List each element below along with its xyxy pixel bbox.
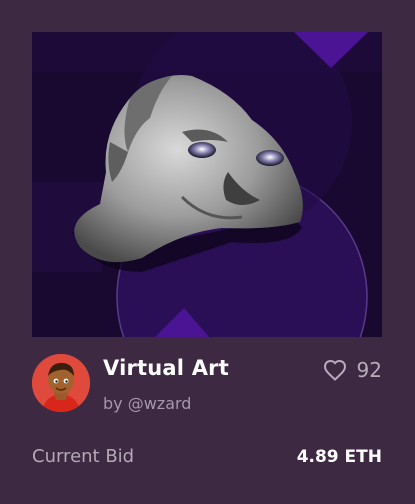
nft-title[interactable]: Virtual Art [103, 356, 229, 380]
heart-icon [323, 359, 346, 381]
creator-byline[interactable]: by @wzard [103, 394, 191, 413]
bid-row: Current Bid 4.89 ETH [32, 446, 382, 467]
like-button[interactable]: 92 [323, 358, 382, 382]
like-count: 92 [356, 358, 382, 382]
user-avatar-image [32, 354, 90, 412]
creator-avatar[interactable] [32, 354, 90, 412]
nft-meta: Virtual Art by @wzard 92 [32, 352, 382, 416]
nft-artwork[interactable] [32, 32, 382, 337]
current-bid-value: 4.89 ETH [296, 446, 382, 467]
sculpture-head-image [32, 32, 382, 337]
current-bid-label: Current Bid [32, 446, 135, 467]
